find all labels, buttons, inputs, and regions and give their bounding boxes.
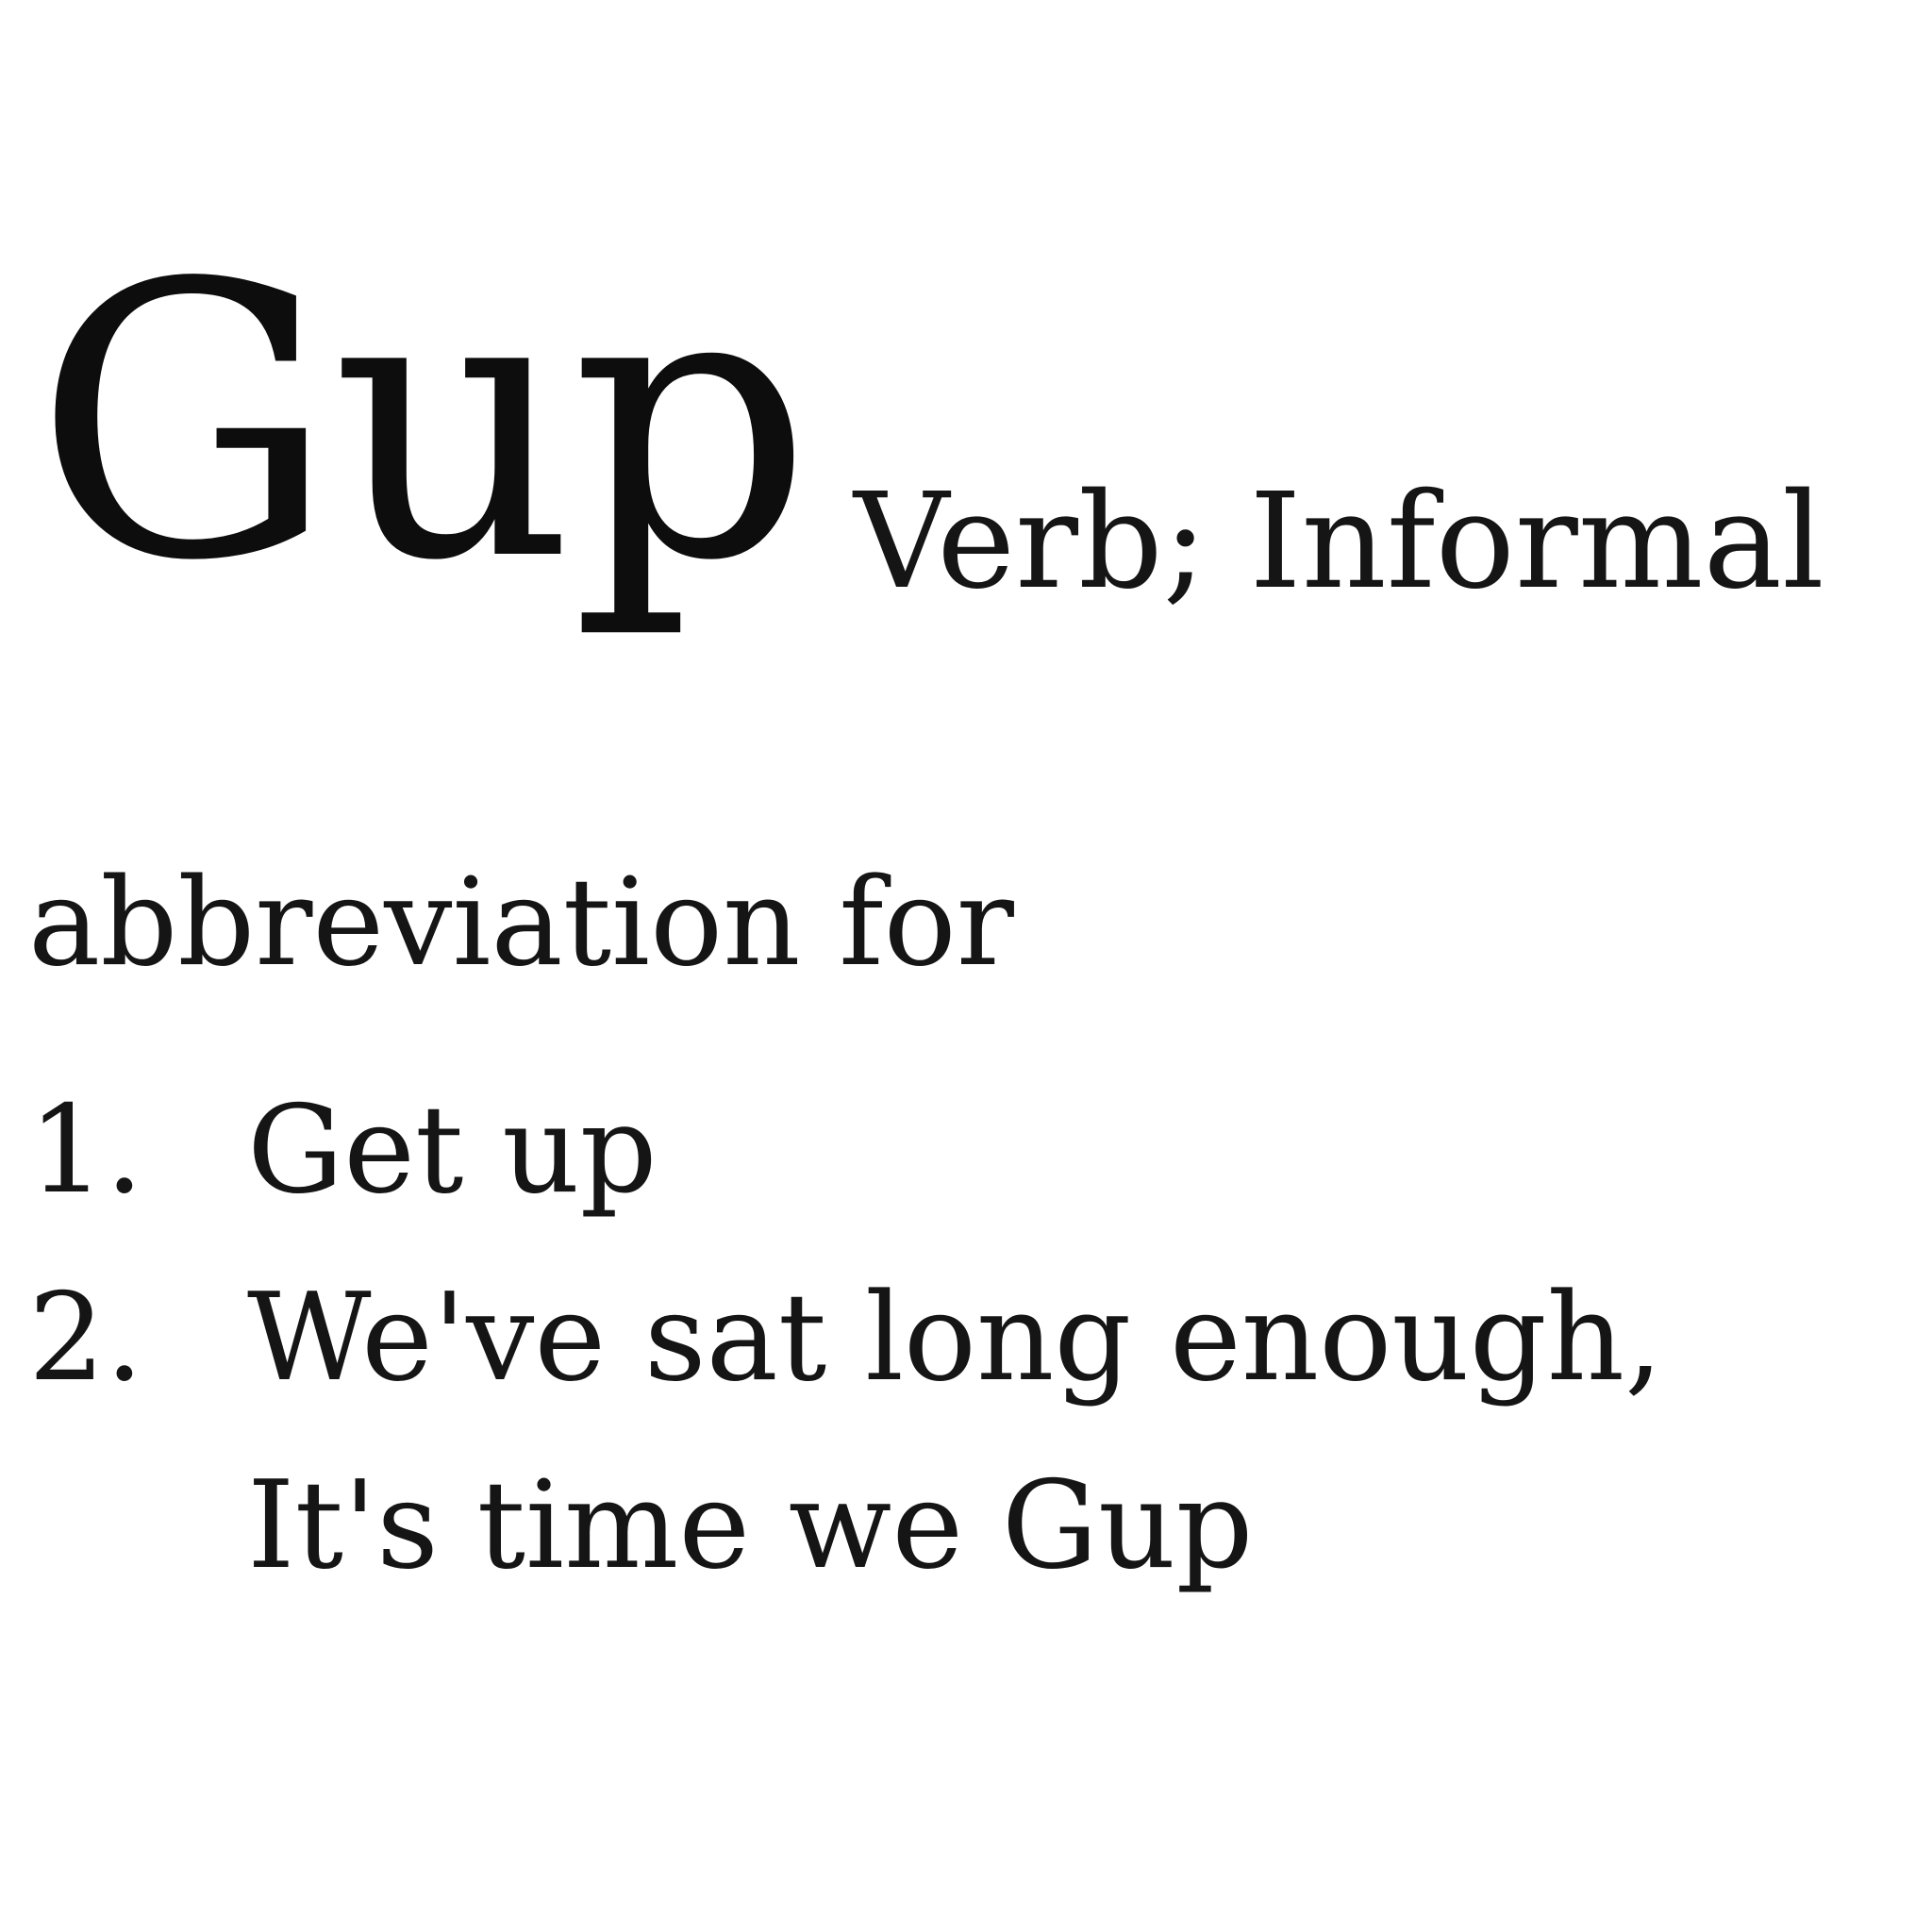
definition-item: 1. Get up: [28, 1057, 1663, 1244]
definition-line: Get up: [247, 1080, 658, 1221]
definition-item: 2. We've sat long enough, It's time we G…: [28, 1244, 1663, 1620]
definition-line: It's time we Gup: [247, 1456, 1254, 1596]
definition-line: We've sat long enough,: [247, 1268, 1663, 1408]
definition-number: 2.: [28, 1268, 144, 1408]
definition-list: 1. Get up 2. We've sat long enough, It's…: [28, 1057, 1663, 1620]
definition-text: Get up: [247, 1057, 658, 1244]
part-of-speech: Verb; Informal: [854, 465, 1824, 619]
definition-text: We've sat long enough, It's time we Gup: [247, 1244, 1663, 1620]
definition-number: 1.: [28, 1080, 144, 1221]
headword: Gup: [34, 205, 812, 643]
definition-intro: abbreviation for: [28, 853, 1014, 993]
